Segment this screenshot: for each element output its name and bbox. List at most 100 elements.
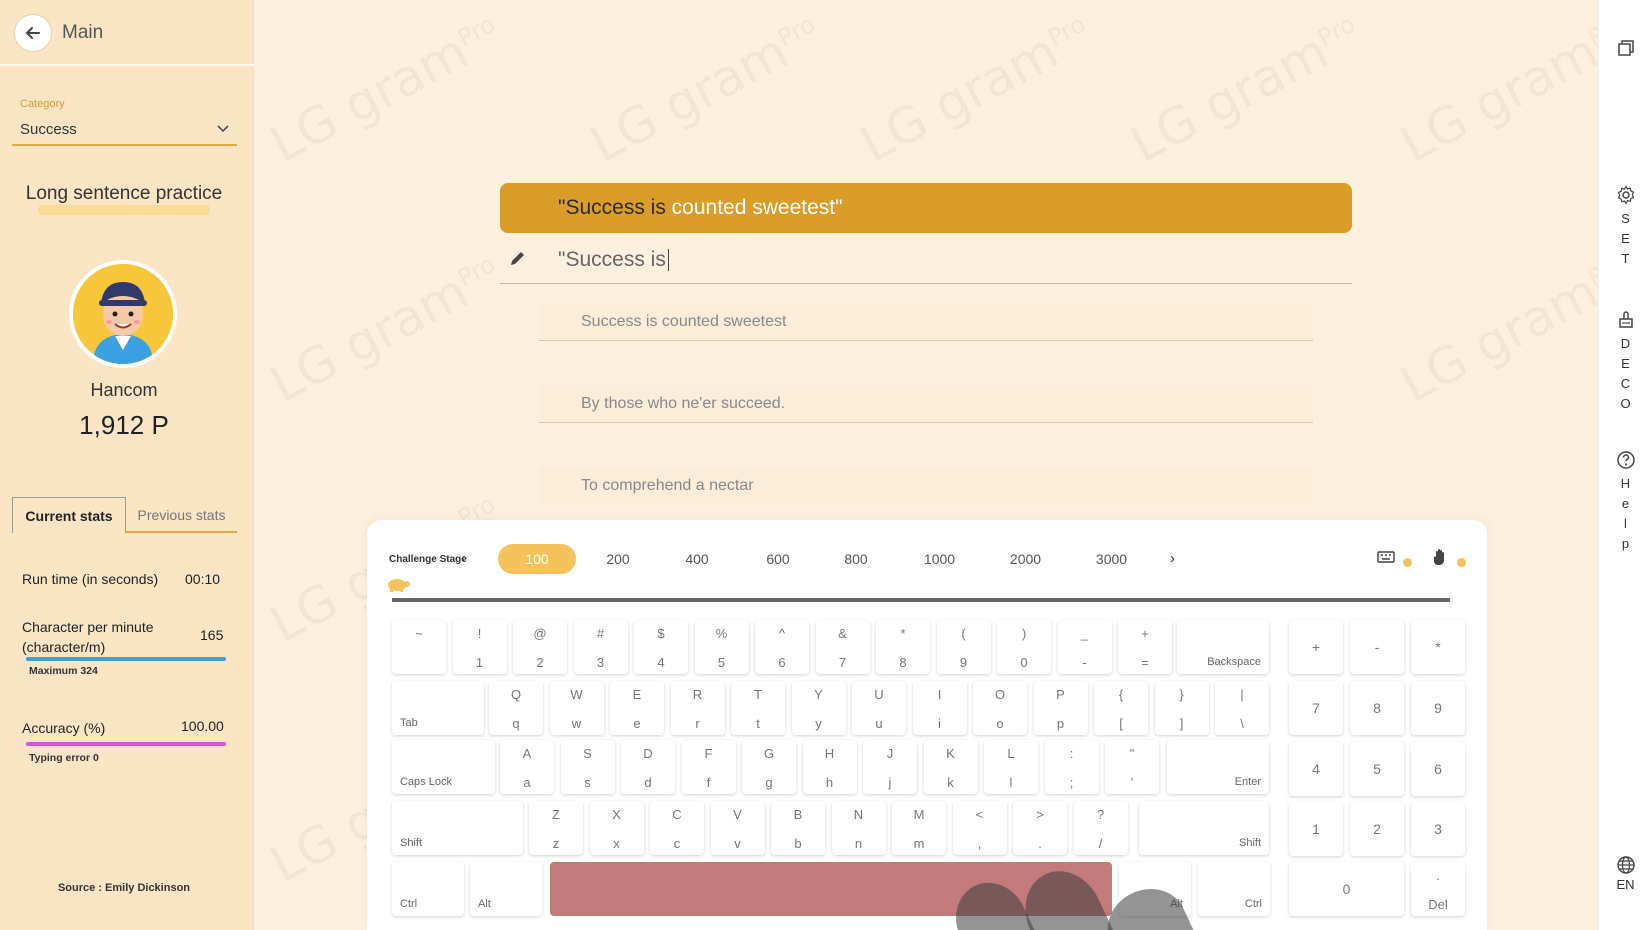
tab-current-stats[interactable]: Current stats (12, 497, 126, 533)
key-z[interactable]: Zz (529, 801, 583, 855)
stage-3000[interactable]: 3000 (1084, 544, 1139, 574)
key-tab[interactable]: Tab (392, 681, 484, 735)
key-11[interactable]: _ - (1057, 620, 1112, 674)
stage-800[interactable]: 800 (831, 544, 881, 574)
keyboard-icon[interactable] (1377, 550, 1395, 564)
back-button[interactable] (14, 14, 52, 52)
key-g[interactable]: Gg (742, 740, 796, 794)
numpad-0[interactable]: 0 (1289, 862, 1404, 916)
key-t[interactable]: Tt (731, 681, 785, 735)
key-alt-right[interactable]: Alt (1119, 862, 1191, 916)
key-6[interactable]: ^ 6 (755, 620, 809, 674)
key-space[interactable] (550, 862, 1112, 916)
key-e[interactable]: Ee (610, 681, 664, 735)
key-j[interactable]: Jj (863, 740, 917, 794)
key-12[interactable]: + = (1118, 620, 1172, 674)
key-;[interactable]: :; (1044, 740, 1099, 794)
key-k[interactable]: Kk (923, 740, 978, 794)
numpad-9[interactable]: 9 (1411, 681, 1465, 735)
numpad-4[interactable]: 4 (1289, 741, 1343, 796)
key-.[interactable]: >. (1013, 801, 1067, 855)
key-'[interactable]: " ' (1105, 740, 1159, 794)
stage-600[interactable]: 600 (753, 544, 803, 574)
key-4[interactable]: $4 (634, 620, 688, 674)
keyboard-panel: Challenge Stage ‹ 100 200 400 600 800 10… (367, 520, 1487, 930)
key-i[interactable]: Ii (912, 681, 967, 735)
hand-icon[interactable] (1432, 548, 1448, 566)
key-alt-left[interactable]: Alt (470, 862, 542, 916)
numpad-5[interactable]: 5 (1350, 741, 1404, 796)
key-1[interactable]: ! 1 (452, 620, 507, 674)
typing-input[interactable]: "Success is (500, 240, 1352, 284)
key-0[interactable]: ~ (392, 620, 446, 674)
deco-button[interactable]: D E C O (1599, 310, 1651, 414)
key-ctrl-right[interactable]: Ctrl (1198, 862, 1270, 916)
key-9[interactable]: (9 (936, 620, 991, 674)
numpad-op-0[interactable]: + (1289, 620, 1343, 674)
language-button[interactable]: EN (1599, 855, 1651, 895)
key-m[interactable]: Mm (892, 801, 946, 855)
key-f[interactable]: Ff (681, 740, 736, 794)
numpad-6[interactable]: 6 (1411, 741, 1465, 796)
key-2[interactable]: @2 (513, 620, 567, 674)
key-/[interactable]: ? / (1073, 801, 1128, 855)
numpad-3[interactable]: 3 (1411, 802, 1465, 856)
key-8[interactable]: * 8 (876, 620, 930, 674)
key-backspace[interactable]: Backspace (1177, 620, 1269, 674)
numpad-op-2[interactable]: * (1411, 620, 1465, 674)
numpad-1[interactable]: 1 (1289, 802, 1343, 856)
key-caps-lock[interactable]: Caps Lock (392, 740, 495, 794)
cpm-label: Character per minute (character/m) (22, 619, 154, 655)
key-q[interactable]: Qq (489, 681, 543, 735)
numpad-2[interactable]: 2 (1350, 802, 1404, 856)
key-d[interactable]: Dd (621, 740, 675, 794)
key-shift-right[interactable]: Shift (1139, 801, 1269, 855)
key-[[interactable]: {[ (1094, 681, 1148, 735)
key-b[interactable]: Bb (771, 801, 825, 855)
key-3[interactable]: #3 (573, 620, 628, 674)
numpad-op-1[interactable]: - (1350, 620, 1404, 674)
chevron-left-icon[interactable]: ‹ (461, 550, 465, 565)
avatar (69, 260, 177, 368)
key-r[interactable]: Rr (670, 681, 725, 735)
chevron-right-icon[interactable]: › (1170, 550, 1175, 567)
key-o[interactable]: Oo (973, 681, 1027, 735)
key-w[interactable]: Ww (549, 681, 604, 735)
stage-100[interactable]: 100 (498, 544, 576, 574)
key-7[interactable]: & 7 (815, 620, 870, 674)
key-c[interactable]: Cc (650, 801, 704, 855)
key-10[interactable]: ) 0 (997, 620, 1051, 674)
key-n[interactable]: Nn (831, 801, 886, 855)
key-u[interactable]: Uu (852, 681, 906, 735)
set-button[interactable]: S E T (1599, 185, 1651, 269)
key-y[interactable]: Yy (791, 681, 846, 735)
sidebar: Main Category Success Long sentence prac… (0, 0, 254, 930)
key-h[interactable]: Hh (802, 740, 857, 794)
key-enter[interactable]: Enter (1167, 740, 1269, 794)
stage-1000[interactable]: 1000 (912, 544, 967, 574)
numpad-8[interactable]: 8 (1350, 681, 1404, 735)
help-button[interactable]: H e l p (1599, 450, 1651, 554)
key-5[interactable]: % 5 (694, 620, 749, 674)
window-button[interactable] (1599, 38, 1651, 58)
key-l[interactable]: Ll (984, 740, 1038, 794)
tab-previous-stats[interactable]: Previous stats (126, 497, 237, 533)
set-letter: S (1621, 211, 1630, 226)
stage-400[interactable]: 400 (672, 544, 722, 574)
key-s[interactable]: Ss (560, 740, 615, 794)
stage-2000[interactable]: 2000 (998, 544, 1053, 574)
key-shift-left[interactable]: Shift (392, 801, 523, 855)
key-\[interactable]: | \ (1215, 681, 1269, 735)
numpad-7[interactable]: 7 (1289, 681, 1343, 735)
category-select[interactable]: Success (12, 114, 237, 146)
key-x[interactable]: Xx (589, 801, 644, 855)
stage-200[interactable]: 200 (593, 544, 643, 574)
numpad-del[interactable]: . Del (1411, 862, 1465, 916)
key-a[interactable]: Aa (500, 740, 554, 794)
globe-icon (1616, 856, 1635, 874)
key-,[interactable]: <, (952, 801, 1007, 855)
key-][interactable]: }] (1154, 681, 1209, 735)
key-ctrl-left[interactable]: Ctrl (392, 862, 464, 916)
key-v[interactable]: Vv (710, 801, 765, 855)
key-p[interactable]: Pp (1033, 681, 1088, 735)
